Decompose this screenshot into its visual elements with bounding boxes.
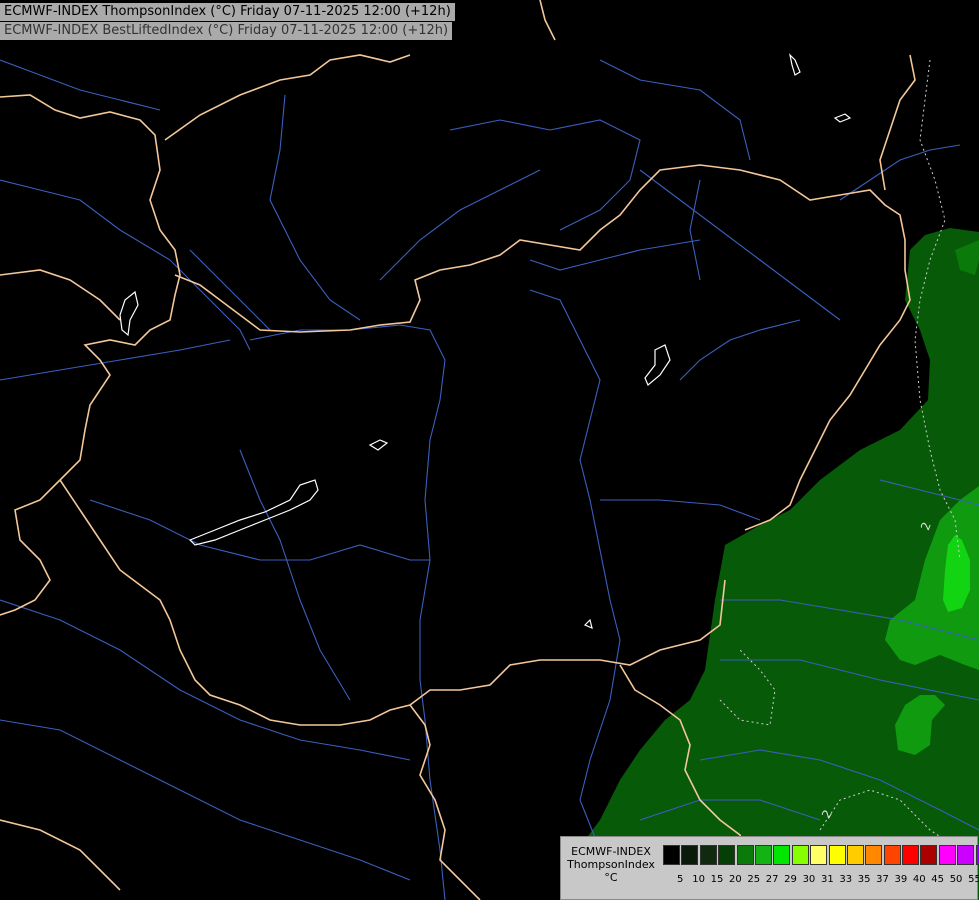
legend-tick-label: 20 — [729, 874, 742, 885]
legend-tick-label: 27 — [765, 874, 779, 885]
legend-tick-label: 33 — [839, 874, 853, 885]
legend-swatch — [810, 845, 828, 865]
legend-tick-label: 15 — [710, 874, 724, 885]
legend-swatch — [938, 845, 956, 865]
legend-swatch — [663, 845, 680, 865]
legend-swatch — [718, 845, 736, 865]
legend-swatch — [681, 845, 699, 865]
legend-tick-label: 35 — [857, 874, 871, 885]
legend-swatch — [754, 845, 772, 865]
legend-swatch — [736, 845, 754, 865]
legend-tick-label: 30 — [802, 874, 816, 885]
legend-swatch — [957, 845, 975, 865]
legend-swatch — [865, 845, 883, 865]
legend-tick-label: 10 — [692, 874, 705, 885]
legend-tick-label: 37 — [876, 874, 889, 885]
legend-swatch — [791, 845, 809, 865]
legend-swatch — [846, 845, 864, 865]
legend-swatch — [902, 845, 920, 865]
legend-parameter: ThompsonIndex — [567, 858, 655, 871]
color-legend: ECMWF-INDEX ThompsonIndex °C 5 10 15 20 25 27… — [560, 836, 979, 900]
legend-swatch — [699, 845, 717, 865]
map-title-thompson-index: ECMWF-INDEX ThompsonIndex (°C) Friday 07… — [0, 3, 455, 21]
weather-map: 2 2 — [0, 0, 979, 900]
legend-swatch — [773, 845, 791, 865]
legend-tick-label: 39 — [894, 874, 908, 885]
legend-tick-label: 55 — [968, 874, 979, 885]
legend-swatches — [663, 845, 979, 865]
legend-tick-label: 45 — [931, 874, 945, 885]
legend-tick-label: 50 — [949, 874, 963, 885]
legend-tick-label: 40 — [912, 874, 926, 885]
legend-tick-label: 31 — [820, 874, 834, 885]
legend-swatch — [975, 845, 979, 865]
legend-swatch — [828, 845, 846, 865]
legend-tick-label: 29 — [784, 874, 797, 885]
legend-label: ECMWF-INDEX ThompsonIndex °C — [563, 845, 659, 884]
map-title-best-lifted-index: ECMWF-INDEX BestLiftedIndex (°C) Friday … — [0, 22, 453, 40]
legend-swatch — [920, 845, 938, 865]
legend-swatch — [883, 845, 901, 865]
legend-model: ECMWF-INDEX — [571, 845, 651, 858]
legend-tick-label: 25 — [747, 874, 761, 885]
legend-tick-label: 5 — [677, 874, 684, 885]
legend-unit: °C — [604, 871, 618, 884]
legend-ticks: 51015202527293031333537394045505560 — [671, 874, 979, 885]
